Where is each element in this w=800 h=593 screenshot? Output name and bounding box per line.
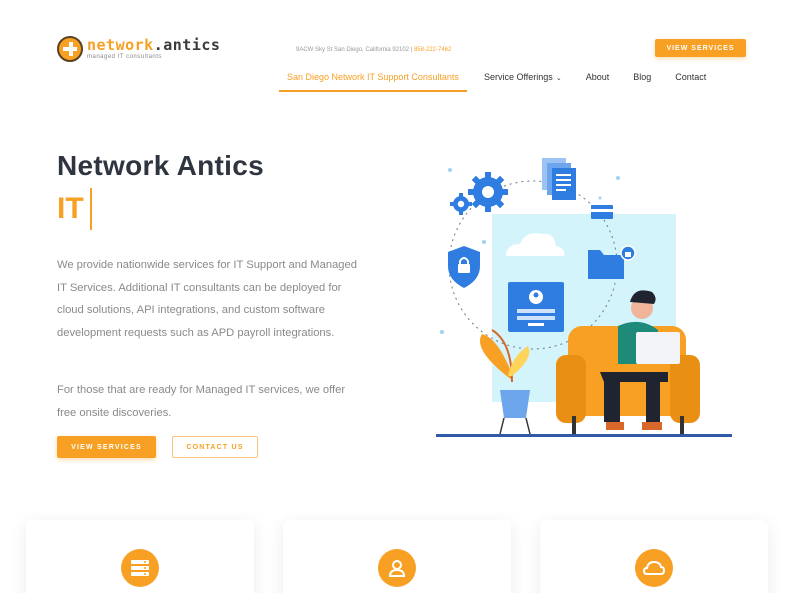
main-nav: San Diego Network IT Support Consultants…: [279, 66, 706, 92]
phone-link[interactable]: 858-222-7462: [414, 47, 451, 53]
header-view-services-button[interactable]: VIEW SERVICES: [655, 39, 746, 57]
typing-caret: [89, 188, 92, 230]
gear-icon: [468, 172, 508, 212]
hero-paragraph-services: We provide nationwide services for IT Su…: [57, 259, 357, 339]
floor-line: [436, 434, 732, 437]
hero-illustration: [436, 158, 732, 437]
hero-title: Network Antics: [57, 150, 264, 181]
login-form-card: [508, 282, 564, 332]
address-text: 9ACW Sky St San Diego, California 92102 …: [296, 47, 413, 53]
nav-item-service-offerings[interactable]: Service Offerings ⌄: [484, 66, 562, 92]
security-shield-icon: [448, 246, 480, 288]
view-services-button[interactable]: VIEW SERVICES: [57, 436, 156, 458]
plus-logo-icon: [57, 36, 83, 62]
service-card-cloud[interactable]: [540, 520, 768, 593]
nav-item-contact[interactable]: Contact: [675, 66, 706, 92]
service-card-support[interactable]: [283, 520, 511, 593]
documents-icon: [542, 158, 576, 200]
user-icon: [378, 549, 416, 587]
hero-paragraph-discovery: For those that are ready for Managed IT …: [57, 384, 346, 419]
logo-wordmark: network.antics: [87, 36, 221, 54]
nav-item-home[interactable]: San Diego Network IT Support Consultants: [279, 66, 467, 92]
nav-item-blog[interactable]: Blog: [633, 66, 651, 92]
site-header: network.antics managed IT consultants 9A…: [0, 0, 800, 100]
credit-card-icon: [591, 205, 613, 219]
logo-tagline: managed IT consultants: [87, 54, 162, 60]
server-icon: [121, 549, 159, 587]
service-card-servers[interactable]: [26, 520, 254, 593]
nav-item-about[interactable]: About: [586, 66, 610, 92]
chevron-down-icon: ⌄: [555, 75, 562, 82]
contact-info: 9ACW Sky St San Diego, California 92102 …: [296, 47, 451, 53]
site-logo[interactable]: network.antics managed IT consultants: [57, 36, 220, 62]
hero-typed-text: IT: [57, 188, 92, 230]
small-gear-icon: [450, 193, 472, 215]
cloud-icon: [635, 549, 673, 587]
contact-us-button[interactable]: CONTACT US: [172, 436, 258, 458]
typed-word: IT: [57, 192, 84, 225]
